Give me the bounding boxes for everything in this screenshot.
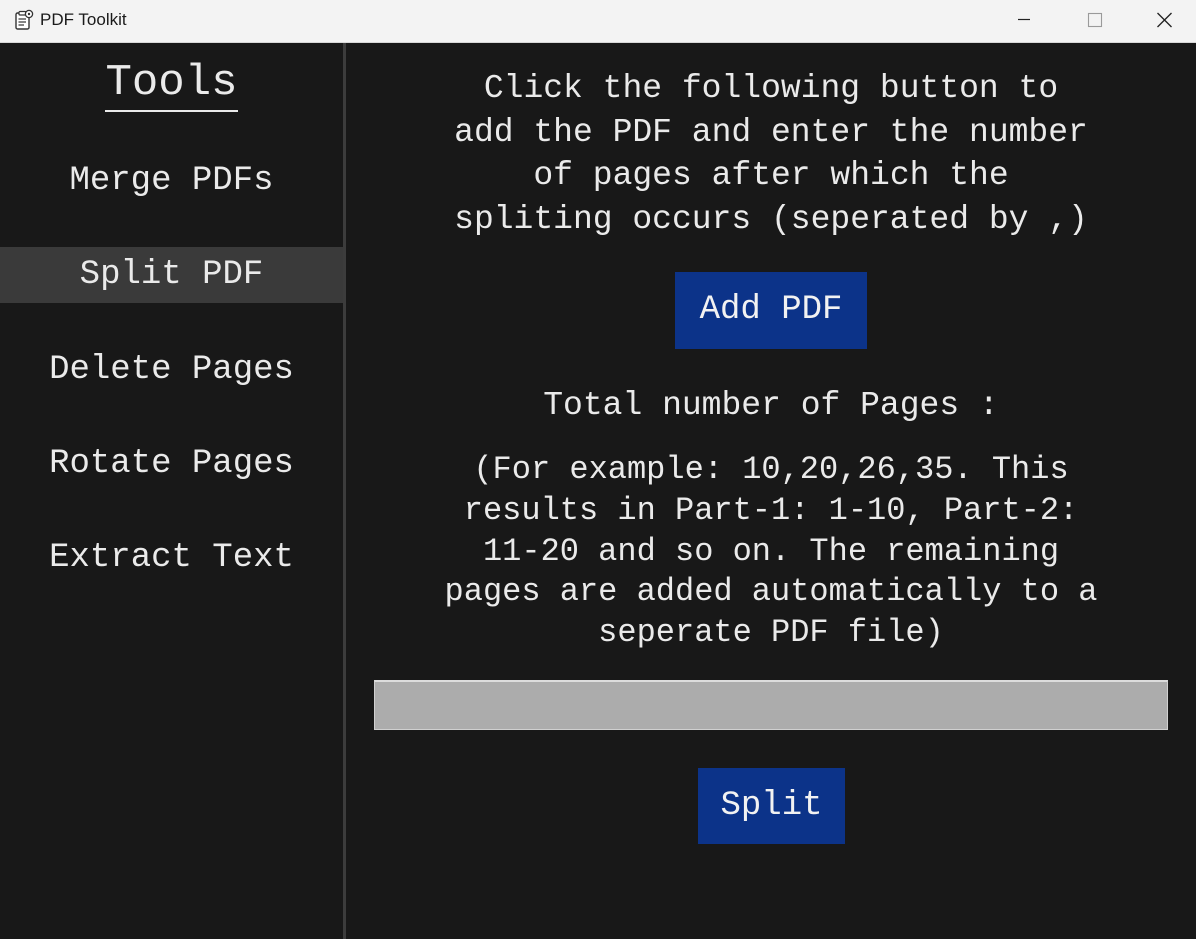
instructions-line: add the PDF and enter the number	[454, 113, 1088, 151]
window-title: PDF Toolkit	[40, 10, 127, 29]
sidebar-title-text: Tools	[105, 58, 238, 112]
add-pdf-button[interactable]: Add PDF	[675, 272, 867, 349]
sidebar-item-extract-text[interactable]: Extract Text	[0, 530, 343, 586]
example-line: 11-20 and so on. The remaining	[482, 532, 1060, 570]
title-bar[interactable]: PDF Toolkit	[0, 0, 1196, 43]
example-line: results in Part-1: 1-10, Part-2:	[463, 491, 1079, 529]
maximize-button[interactable]	[1059, 0, 1129, 42]
instructions-line: spliting occurs (seperated by ,)	[454, 200, 1088, 238]
minimize-button[interactable]	[989, 0, 1059, 42]
split-button[interactable]: Split	[698, 768, 845, 844]
sidebar-item-rotate-pages[interactable]: Rotate Pages	[0, 436, 343, 492]
sidebar-item-delete-pages[interactable]: Delete Pages	[0, 342, 343, 398]
instructions-line: Click the following button to	[483, 70, 1059, 107]
maximize-icon	[1087, 12, 1103, 28]
close-button[interactable]	[1129, 0, 1196, 42]
example-help-text: (For example: 10,20,26,35. This results …	[346, 450, 1196, 654]
instructions-line: of pages after which the	[533, 157, 1009, 194]
total-pages-label: Total number of Pages :	[543, 387, 999, 424]
sidebar-item-merge-pdfs[interactable]: Merge PDFs	[0, 153, 343, 209]
split-points-input[interactable]	[374, 680, 1168, 730]
instructions-text: Click the following button to add the PD…	[346, 67, 1196, 241]
example-line: seperate PDF file)	[598, 614, 944, 652]
sidebar-title: Tools	[0, 58, 343, 112]
example-line: (For example: 10,20,26,35. This	[473, 451, 1069, 488]
minimize-icon	[1018, 18, 1030, 21]
clipboard-gear-icon	[14, 9, 34, 31]
app-window: PDF Toolkit Tools Merge PDFs Split PDF D…	[0, 0, 1196, 939]
sidebar-item-split-pdf[interactable]: Split PDF	[0, 247, 343, 303]
example-line: pages are added automatically to a	[444, 573, 1098, 611]
split-pdf-panel: Click the following button to add the PD…	[346, 43, 1196, 939]
close-icon	[1157, 12, 1172, 28]
